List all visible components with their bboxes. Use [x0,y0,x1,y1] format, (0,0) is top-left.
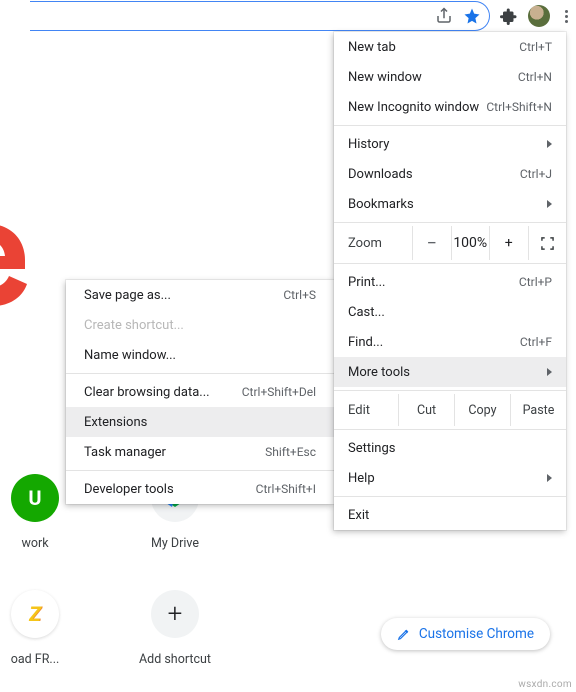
menu-separator [334,496,566,497]
star-filled-icon[interactable] [463,7,481,25]
menu-label: Print... [348,275,385,290]
menu-label: New window [348,70,422,85]
plus-icon: + [151,590,199,638]
fullscreen-button[interactable] [528,226,567,260]
submenu-save-page-as[interactable]: Save page as... Ctrl+S [66,280,334,310]
menu-new-tab[interactable]: New tab Ctrl+T [334,32,566,62]
shortcut-icon: U [11,474,59,522]
menu-history[interactable]: History [334,129,566,159]
paste-button[interactable]: Paste [510,394,566,426]
customise-chrome-button[interactable]: Customise Chrome [381,618,550,650]
zoom-value: 100% [451,226,490,260]
menu-label: Extensions [84,415,147,430]
watermark: wsxdn.com [518,679,572,690]
menu-label: Task manager [84,445,166,460]
cut-button[interactable]: Cut [398,394,454,426]
menu-label: Clear browsing data... [84,385,210,400]
shortcut-label: My Drive [151,536,199,551]
menu-bookmarks[interactable]: Bookmarks [334,189,566,219]
submenu-arrow-icon [547,474,552,482]
menu-separator [334,390,566,391]
menu-separator [66,470,334,471]
customise-chrome-label: Customise Chrome [419,626,534,642]
menu-separator [334,125,566,126]
chrome-main-menu: New tab Ctrl+T New window Ctrl+N New Inc… [334,32,566,530]
menu-label: Downloads [348,167,413,182]
menu-exit[interactable]: Exit [334,500,566,530]
menu-edit-row: Edit Cut Copy Paste [334,394,566,426]
copy-button[interactable]: Copy [454,394,510,426]
menu-label: More tools [348,365,410,380]
fullscreen-icon [541,237,554,250]
menu-separator [334,263,566,264]
menu-zoom-row: Zoom − 100% + [334,226,566,260]
menu-hint: Ctrl+N [518,70,552,84]
menu-hint: Ctrl+Shift+N [486,100,552,114]
puzzle-icon[interactable] [500,7,518,25]
submenu-extensions[interactable]: Extensions [66,407,334,437]
menu-separator [334,429,566,430]
menu-more-tools[interactable]: More tools [334,357,566,387]
menu-label: Exit [348,508,369,523]
menu-label: New Incognito window [348,100,479,115]
menu-label: Developer tools [84,482,174,497]
menu-hint: Ctrl+Shift+Del [242,385,316,399]
menu-help[interactable]: Help [334,463,566,493]
menu-hint: Ctrl+Shift+I [256,482,316,496]
shortcut-icon: Z [11,590,59,638]
zoom-out-button[interactable]: − [412,226,451,260]
menu-label: New tab [348,40,396,55]
menu-label: Help [348,471,375,486]
google-logo-fragment [0,200,58,320]
menu-separator [334,222,566,223]
menu-hint: Ctrl+P [519,275,552,289]
menu-label: Edit [334,394,398,426]
kebab-menu-icon[interactable] [560,10,572,23]
submenu-task-manager[interactable]: Task manager Shift+Esc [66,437,334,467]
menu-hint: Ctrl+F [520,335,552,349]
menu-hint: Shift+Esc [265,445,316,459]
submenu-clear-browsing-data[interactable]: Clear browsing data... Ctrl+Shift+Del [66,377,334,407]
menu-label: Save page as... [84,288,171,303]
menu-cast[interactable]: Cast... [334,297,566,327]
shortcut-label: work [21,536,48,551]
menu-label: Name window... [84,348,176,363]
menu-hint: Ctrl+T [519,40,552,54]
add-shortcut-tile[interactable]: + Add shortcut [130,590,220,667]
zoom-in-button[interactable]: + [489,226,528,260]
menu-print[interactable]: Print... Ctrl+P [334,267,566,297]
browser-toolbar [26,0,576,32]
menu-label: Settings [348,441,395,456]
submenu-arrow-icon [547,200,552,208]
avatar[interactable] [528,5,550,27]
share-icon[interactable] [435,7,453,25]
menu-label: Find... [348,335,383,350]
menu-incognito[interactable]: New Incognito window Ctrl+Shift+N [334,92,566,122]
menu-new-window[interactable]: New window Ctrl+N [334,62,566,92]
menu-label: History [348,137,389,152]
shortcut-tile[interactable]: Z oad FR... [0,590,80,667]
submenu-arrow-icon [547,368,552,376]
pencil-icon [397,627,411,641]
menu-hint: Ctrl+J [520,167,552,181]
omnibox-end-cap [30,1,490,31]
menu-downloads[interactable]: Downloads Ctrl+J [334,159,566,189]
submenu-arrow-icon [547,140,552,148]
shortcut-label: oad FR... [11,652,60,667]
submenu-developer-tools[interactable]: Developer tools Ctrl+Shift+I [66,474,334,504]
shortcut-label: Add shortcut [139,652,211,667]
menu-find[interactable]: Find... Ctrl+F [334,327,566,357]
menu-label: Bookmarks [348,197,414,212]
menu-label: Cast... [348,305,385,320]
menu-hint: Ctrl+S [283,288,316,302]
menu-label: Zoom [334,236,412,251]
submenu-name-window[interactable]: Name window... [66,340,334,370]
menu-label: Create shortcut... [84,318,184,333]
menu-separator [66,373,334,374]
menu-settings[interactable]: Settings [334,433,566,463]
more-tools-submenu: Save page as... Ctrl+S Create shortcut..… [66,280,334,504]
submenu-create-shortcut: Create shortcut... [66,310,334,340]
